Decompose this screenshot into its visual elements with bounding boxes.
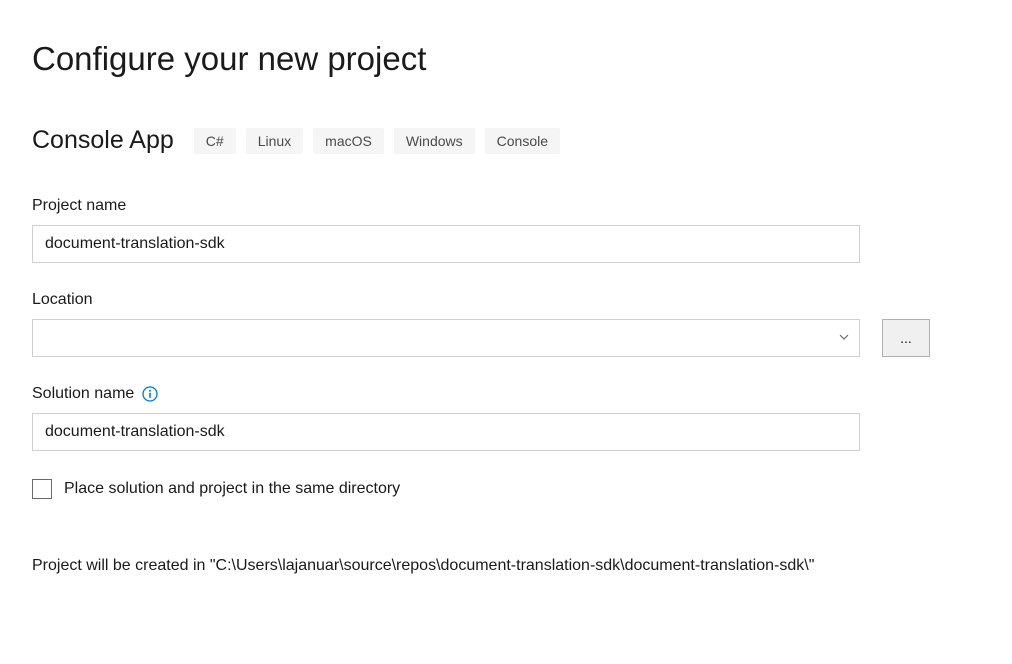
project-name-group: Project name bbox=[32, 197, 980, 263]
tag-linux: Linux bbox=[246, 128, 303, 154]
template-name: Console App bbox=[32, 126, 174, 155]
location-group: Location ... bbox=[32, 291, 980, 357]
location-combobox[interactable] bbox=[32, 319, 860, 357]
project-name-label: Project name bbox=[32, 197, 126, 215]
template-row: Console App C# Linux macOS Windows Conso… bbox=[32, 126, 980, 155]
solution-name-label: Solution name bbox=[32, 385, 134, 403]
same-directory-row: Place solution and project in the same d… bbox=[32, 479, 980, 499]
solution-name-input[interactable] bbox=[32, 413, 860, 451]
same-directory-checkbox[interactable] bbox=[32, 479, 52, 499]
same-directory-label[interactable]: Place solution and project in the same d… bbox=[64, 480, 400, 498]
page-title: Configure your new project bbox=[32, 40, 980, 78]
chevron-down-icon bbox=[839, 329, 849, 347]
solution-name-group: Solution name bbox=[32, 385, 980, 451]
tag-windows: Windows bbox=[394, 128, 475, 154]
tag-csharp: C# bbox=[194, 128, 236, 154]
location-label: Location bbox=[32, 291, 93, 309]
project-name-input[interactable] bbox=[32, 225, 860, 263]
template-tags: C# Linux macOS Windows Console bbox=[194, 128, 560, 154]
tag-console: Console bbox=[485, 128, 560, 154]
tag-macos: macOS bbox=[313, 128, 384, 154]
browse-button[interactable]: ... bbox=[882, 319, 930, 357]
path-preview: Project will be created in "C:\Users\laj… bbox=[32, 553, 892, 579]
info-icon[interactable] bbox=[142, 386, 158, 402]
